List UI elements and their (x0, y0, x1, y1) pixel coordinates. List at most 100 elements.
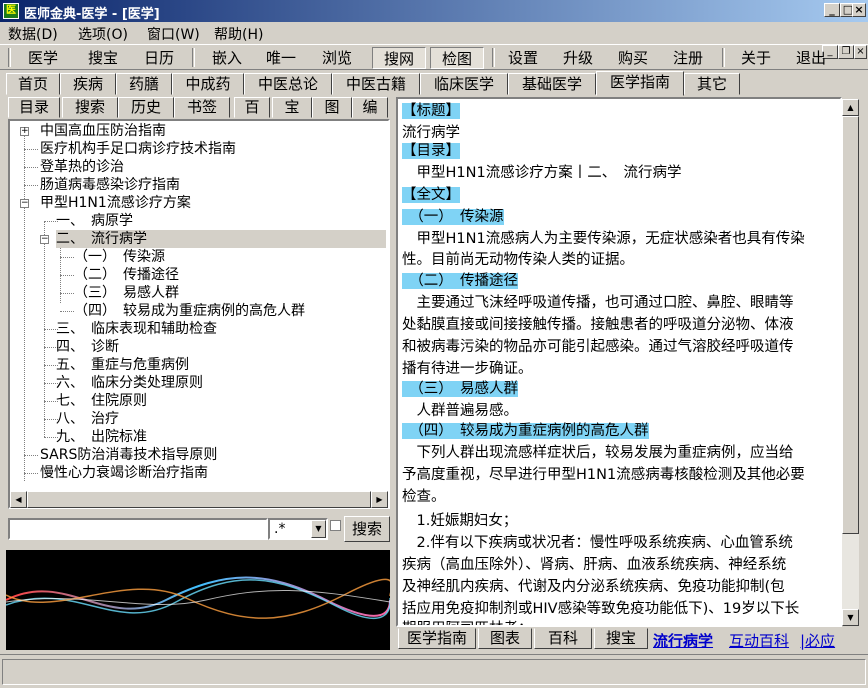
tree-item[interactable]: 慢性心力衰竭诊断治疗指南 (40, 464, 208, 482)
menu-help[interactable]: 帮助(H) (214, 24, 263, 44)
paragraph-line: 甲型H1N1流感病人为主要传染源，无症状感染者也具有传染 (402, 231, 805, 247)
toolbar: 医学 搜宝 日历 嵌入 唯一 浏览 搜网 检图 设置 升级 购买 注册 关于 退… (0, 44, 868, 70)
tree-item[interactable]: （四） 较易成为重症病例的高危人群 (74, 302, 305, 320)
baike-icon[interactable]: 百 (234, 97, 270, 118)
toolbar-image-check[interactable]: 检图 (430, 47, 484, 69)
menu-data[interactable]: 数据(D) (8, 24, 58, 44)
scroll-right-icon[interactable]: ▶ (371, 491, 388, 508)
tree-line (60, 311, 74, 312)
toolbar-settings[interactable]: 设置 (500, 47, 546, 69)
tree-item[interactable]: 甲型H1N1流感诊疗方案 (40, 194, 191, 212)
tab-medical-guide-view[interactable]: 医学指南 (398, 628, 476, 649)
tab-disease[interactable]: 疾病 (60, 73, 116, 95)
toolbar-buy[interactable]: 购买 (610, 47, 656, 69)
tree-item-selected[interactable]: 二、 流行病学 (56, 230, 386, 248)
tree-item[interactable]: 六、 临床分类处理原则 (56, 374, 203, 392)
tree-line (24, 131, 25, 481)
tab-clinical-medicine[interactable]: 临床医学 (420, 73, 508, 95)
tree-item[interactable]: 中国高血压防治指南 (40, 122, 166, 140)
toolbar-medicine[interactable]: 医学 (20, 47, 66, 69)
tab-charts[interactable]: 图表 (478, 628, 532, 649)
collapse-icon[interactable]: − (40, 235, 49, 244)
regex-checkbox[interactable] (330, 520, 341, 531)
scroll-thumb[interactable] (27, 491, 371, 508)
paragraph-line: 及神经肌内疾病、代谢及内分泌系统疾病、免疫功能抑制(包 (402, 579, 785, 595)
edit-icon[interactable]: 编 (352, 97, 388, 118)
expand-icon[interactable]: + (20, 127, 29, 136)
paragraph-line: 和被病毒污染的物品亦可能引起感染。通过气溶胶经呼吸道传 (402, 339, 794, 355)
tab-herbal-diet[interactable]: 药膳 (116, 73, 172, 95)
tab-basic-medicine[interactable]: 基础医学 (508, 73, 596, 95)
menu-options[interactable]: 选项(O) (78, 24, 128, 44)
article-title: 流行病学 (402, 125, 460, 141)
tree-item[interactable]: 肠道病毒感染诊疗指南 (40, 176, 180, 194)
tree-item[interactable]: （二） 传播途径 (74, 266, 179, 284)
tab-catalog[interactable]: 目录 (8, 97, 60, 118)
tree-line (60, 257, 74, 258)
paragraph-line: 1.妊娠期妇女； (402, 513, 518, 529)
tab-patent-medicine[interactable]: 中成药 (172, 73, 244, 95)
toolbar-about[interactable]: 关于 (733, 47, 779, 69)
link-epidemiology[interactable]: 流行病学 (653, 630, 713, 651)
menu-window[interactable]: 窗口(W) (147, 24, 200, 44)
toolbar-browse[interactable]: 浏览 (314, 47, 360, 69)
toolbar-calendar[interactable]: 日历 (136, 47, 182, 69)
link-bing[interactable]: |必应 (800, 630, 835, 651)
scroll-down-icon[interactable]: ▼ (842, 609, 859, 626)
tab-history[interactable]: 历史 (118, 97, 174, 118)
close-icon[interactable]: × (852, 3, 866, 17)
article-content[interactable]: 【标题】 流行病学 【目录】 甲型H1N1流感诊疗方案丨二、 流行病学 【全文】… (396, 97, 842, 627)
tab-encyclopedia[interactable]: 百科 (534, 628, 592, 649)
media-preview (6, 550, 390, 650)
tree-item[interactable]: 医疗机构手足口病诊疗技术指南 (40, 140, 236, 158)
tab-other[interactable]: 其它 (684, 73, 740, 95)
paragraph-line: 2.伴有以下疾病或状况者：慢性呼吸系统疾病、心血管系统 (402, 535, 793, 551)
tab-search[interactable]: 搜索 (62, 97, 118, 118)
scroll-thumb[interactable] (842, 116, 859, 534)
app-icon[interactable]: 医 (3, 3, 19, 19)
tree-item[interactable]: SARS防治消毒技术指导原则 (40, 446, 217, 464)
tree-item[interactable]: （三） 易感人群 (74, 284, 179, 302)
tab-search-treasure[interactable]: 搜宝 (594, 628, 648, 649)
collapse-icon[interactable]: − (20, 199, 29, 208)
toolbar-unique[interactable]: 唯一 (258, 47, 304, 69)
toolbar-embed[interactable]: 嵌入 (204, 47, 250, 69)
subsection-heading: （一） 传染源 (402, 209, 504, 225)
toolbar-search-treasure[interactable]: 搜宝 (80, 47, 126, 69)
treasure-icon[interactable]: 宝 (272, 97, 312, 118)
chevron-down-icon[interactable]: ▼ (311, 520, 326, 538)
search-button[interactable]: 搜索 (344, 516, 390, 542)
toolbar-upgrade[interactable]: 升级 (555, 47, 601, 69)
content-vertical-scrollbar[interactable]: ▲ ▼ (842, 99, 859, 626)
tree-item[interactable]: 三、 临床表现和辅助检查 (56, 320, 217, 338)
scroll-left-icon[interactable]: ◀ (10, 491, 27, 508)
tree-item[interactable]: 九、 出院标准 (56, 428, 147, 446)
search-input[interactable] (8, 518, 268, 540)
tab-tcm-classics[interactable]: 中医古籍 (332, 73, 420, 95)
scroll-up-icon[interactable]: ▲ (842, 99, 859, 116)
image-icon[interactable]: 图 (312, 97, 352, 118)
tree-item[interactable]: 七、 住院原则 (56, 392, 147, 410)
tree-item[interactable]: 四、 诊断 (56, 338, 119, 356)
paragraph-line: 疾病（高血压除外）、肾病、肝病、血液系统疾病、神经系统 (402, 557, 787, 573)
tab-bookmarks[interactable]: 书签 (174, 97, 230, 118)
toolbar-search-web[interactable]: 搜网 (372, 47, 426, 69)
tab-tcm-general[interactable]: 中医总论 (244, 73, 332, 95)
toolbar-exit[interactable]: 退出 (788, 47, 834, 69)
paragraph-line: 期服用阿司匹林者； (402, 619, 533, 625)
tree-item[interactable]: 一、 病原学 (56, 212, 133, 230)
tree-item[interactable]: 八、 治疗 (56, 410, 119, 428)
catalog-tree[interactable]: + 中国高血压防治指南 医疗机构手足口病诊疗技术指南 登革热的诊治 肠道病毒感染… (8, 119, 390, 509)
tab-medical-guide[interactable]: 医学指南 (596, 71, 684, 96)
regex-select[interactable]: .* ▼ (268, 518, 328, 540)
tree-horizontal-scrollbar[interactable]: ◀ ▶ (10, 491, 388, 508)
tree-item[interactable]: 登革热的诊治 (40, 158, 124, 176)
toolbar-register[interactable]: 注册 (665, 47, 711, 69)
tree-line (60, 293, 74, 294)
tree-item[interactable]: （一） 传染源 (74, 248, 165, 266)
minimize-icon[interactable]: _ (824, 3, 840, 17)
tab-home[interactable]: 首页 (6, 73, 60, 95)
link-hudong-baike[interactable]: 互动百科 (729, 630, 789, 651)
main-tabs: 首页 疾病 药膳 中成药 中医总论 中医古籍 临床医学 基础医学 医学指南 其它 (0, 71, 868, 96)
tree-item[interactable]: 五、 重症与危重病例 (56, 356, 189, 374)
